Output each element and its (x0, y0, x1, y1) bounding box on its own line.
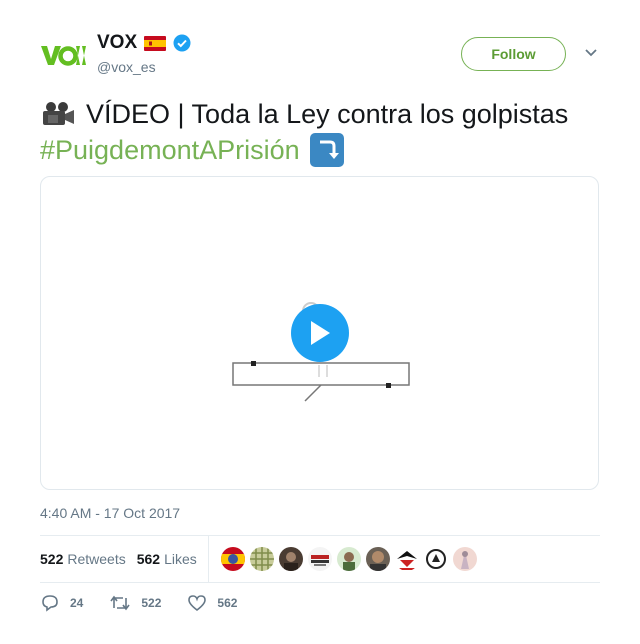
name-row: VOX (97, 32, 191, 54)
tweet-text: VÍDEO | Toda la Ley contra los golpistas… (40, 96, 600, 168)
reply-button[interactable]: 24 (40, 594, 83, 612)
chevron-down-icon[interactable] (584, 48, 598, 58)
video-card[interactable] (40, 176, 599, 490)
reply-count: 24 (70, 596, 84, 610)
reply-icon (42, 595, 58, 612)
avatar[interactable] (394, 547, 419, 571)
heart-icon (188, 595, 207, 612)
tweet-timestamp[interactable]: 4:40 AM - 17 Oct 2017 (40, 505, 180, 521)
tweet-header: VOX @vox_es Follow (40, 30, 600, 80)
avatar[interactable] (307, 547, 332, 571)
play-button[interactable] (291, 304, 349, 362)
movie-camera-icon (43, 102, 74, 125)
retweet-icon (110, 595, 130, 611)
retweets-label: Retweets (67, 551, 126, 567)
avatar[interactable] (423, 547, 448, 571)
retweets-stat[interactable]: 522 Retweets (40, 551, 126, 567)
divider (40, 582, 600, 583)
avatar[interactable] (336, 547, 361, 571)
avatar[interactable] (452, 547, 477, 571)
play-icon (311, 321, 330, 345)
liker-avatars (220, 547, 477, 571)
likes-count: 562 (136, 551, 161, 567)
tweet-label: VÍDEO | Toda la Ley contra los golpistas (86, 99, 569, 129)
spain-flag-icon (144, 35, 167, 51)
verified-badge-icon (173, 34, 191, 52)
like-button[interactable]: 562 (187, 594, 237, 612)
arrow-curving-down-icon (309, 133, 344, 167)
avatar[interactable] (365, 547, 390, 571)
tweet-actions: 24 522 562 (40, 594, 263, 612)
retweet-count: 522 (141, 596, 162, 610)
hashtag-link[interactable]: #PuigdemontAPrisión (40, 132, 300, 168)
likes-label: Likes (164, 551, 197, 567)
tweet-stats: 522 Retweets 562 Likes (40, 536, 600, 582)
avatar[interactable] (278, 547, 303, 571)
avatar[interactable] (249, 547, 274, 571)
tweet-line-2: #PuigdemontAPrisión (40, 132, 600, 168)
retweet-button[interactable]: 522 (109, 594, 161, 612)
tweet-line-1: VÍDEO | Toda la Ley contra los golpistas (40, 96, 600, 132)
like-count: 562 (217, 596, 238, 610)
follow-button[interactable]: Follow (461, 37, 566, 71)
avatar[interactable] (220, 547, 245, 571)
handle[interactable]: @vox_es (97, 59, 156, 75)
retweets-count: 522 (40, 551, 64, 567)
likes-stat[interactable]: 562 Likes (137, 551, 197, 567)
vox-logo[interactable] (40, 40, 88, 70)
stats-separator (207, 536, 209, 582)
display-name[interactable]: VOX (97, 32, 137, 54)
